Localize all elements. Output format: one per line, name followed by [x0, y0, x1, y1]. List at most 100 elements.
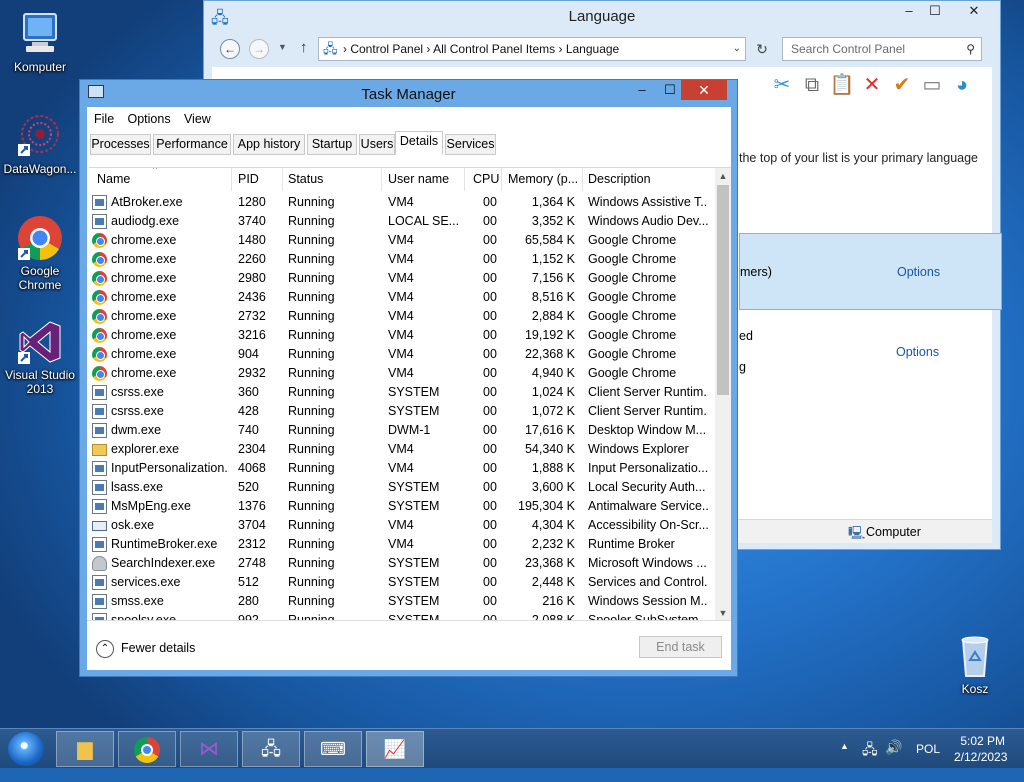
refresh-icon[interactable]: ↻ [750, 38, 774, 60]
task-manager-titlebar[interactable]: Task Manager ‒ ☐ ✕ [80, 80, 737, 106]
up-arrow-icon[interactable]: ↑ [300, 39, 308, 56]
column-cpu[interactable]: CPU [473, 172, 499, 186]
control-panel-titlebar[interactable]: 🖧 Language ‒ ☐ ✕ [204, 1, 1000, 31]
table-row[interactable]: RuntimeBroker.exe 2312 Running VM4 00 2,232 K… [89, 535, 715, 554]
process-cpu: 00 [483, 233, 497, 247]
fewer-details-button[interactable]: ⌃ Fewer details [96, 639, 195, 658]
search-input[interactable]: Search Control Panel ⚲ [782, 37, 982, 61]
column-memory[interactable]: Memory (p... [508, 172, 578, 186]
table-row[interactable]: chrome.exe 2932 Running VM4 00 4,940 K Google … [89, 364, 715, 383]
language-options-link[interactable]: Options [897, 265, 940, 279]
maximize-icon[interactable]: ☐ [920, 1, 950, 21]
clock[interactable]: 5:02 PM 2/12/2023 [954, 734, 1007, 774]
address-dropdown-icon[interactable]: ⌄ [733, 38, 741, 60]
column-status[interactable]: Status [288, 172, 323, 186]
menu-file[interactable]: File [94, 112, 114, 126]
paste-icon[interactable]: 📋 [827, 71, 857, 99]
input-language[interactable]: POL [916, 742, 940, 782]
address-box[interactable]: 🖧 › Control Panel › All Control Panel It… [318, 37, 746, 61]
column-description[interactable]: Description [588, 172, 651, 186]
tab-services[interactable]: Services [445, 134, 496, 155]
scrollbar-thumb[interactable] [717, 185, 729, 395]
table-row[interactable]: smss.exe 280 Running SYSTEM 00 216 K Windows S… [89, 592, 715, 611]
tab-processes[interactable]: Processes [90, 134, 151, 155]
table-row[interactable]: InputPersonalization... 4068 Running VM4 00 1… [89, 459, 715, 478]
taskbar-visual-studio-button[interactable]: ⋈ [180, 731, 238, 767]
vertical-scrollbar[interactable]: ▲ ▼ [715, 168, 731, 620]
scissors-icon[interactable]: ✂ [767, 71, 797, 99]
close-icon[interactable]: ✕ [681, 80, 727, 100]
table-row[interactable]: osk.exe 3704 Running VM4 00 4,304 K Accessibil… [89, 516, 715, 535]
computer-icon [16, 10, 64, 58]
desktop-icon-recycle-bin[interactable]: Kosz [935, 632, 1015, 696]
globe-icon[interactable]: ◕ [947, 71, 977, 99]
network-icon[interactable]: 🖧 [862, 739, 878, 779]
tab-performance[interactable]: Performance [153, 134, 231, 155]
language-2-options-link[interactable]: Options [896, 345, 939, 359]
table-row[interactable]: SearchIndexer.exe 2748 Running SYSTEM 00 23,3… [89, 554, 715, 573]
breadcrumb-all-items[interactable]: All Control Panel Items [433, 42, 555, 56]
taskbar-task-manager-button[interactable]: 📈 [366, 731, 424, 767]
minimize-icon[interactable]: ‒ [627, 80, 657, 100]
end-task-button[interactable]: End task [639, 636, 722, 658]
taskbar-osk-button[interactable]: ⌨ [304, 731, 362, 767]
table-row[interactable]: chrome.exe 2732 Running VM4 00 2,884 K Google … [89, 307, 715, 326]
column-name[interactable]: Name [97, 172, 130, 186]
check-icon[interactable]: ✔ [887, 71, 917, 99]
search-icon[interactable]: ⚲ [966, 38, 975, 60]
language-toolbar: ✂ ⧉ 📋 ✕ ✔ ▭ ◕ [767, 71, 977, 99]
process-name: SearchIndexer.exe [111, 556, 216, 570]
forward-icon[interactable]: → [249, 39, 269, 59]
table-row[interactable]: chrome.exe 1480 Running VM4 00 65,584 K Google… [89, 231, 715, 250]
scroll-up-icon[interactable]: ▲ [715, 171, 731, 181]
table-row[interactable]: spoolsv.exe 992 Running SYSTEM 00 2,088 K Spoo… [89, 611, 715, 620]
column-user-name[interactable]: User name [388, 172, 449, 186]
process-user: SYSTEM [388, 480, 440, 494]
process-pid: 2260 [238, 252, 266, 266]
tab-users[interactable]: Users [359, 134, 395, 155]
table-row[interactable]: chrome.exe 3216 Running VM4 00 19,192 K Google… [89, 326, 715, 345]
table-row[interactable]: chrome.exe 2260 Running VM4 00 1,152 K Google … [89, 250, 715, 269]
menu-view[interactable]: View [184, 112, 211, 126]
table-row[interactable]: services.exe 512 Running SYSTEM 00 2,448 K Ser… [89, 573, 715, 592]
delete-icon[interactable]: ✕ [857, 71, 887, 99]
taskbar-explorer-button[interactable]: ▆ [56, 731, 114, 767]
breadcrumb-language[interactable]: Language [566, 42, 619, 56]
close-icon[interactable]: ✕ [952, 1, 996, 21]
volume-icon[interactable]: 🔊 [885, 739, 902, 779]
tab-app-history[interactable]: App history [233, 134, 305, 155]
process-desc: Client Server Runtim... [588, 404, 708, 418]
desktop-icon-chrome[interactable]: Google Chrome [0, 214, 80, 292]
back-icon[interactable]: ← [220, 39, 240, 59]
table-row[interactable]: csrss.exe 360 Running SYSTEM 00 1,024 K Client… [89, 383, 715, 402]
desktop-icon-visual-studio[interactable]: Visual Studio 2013 [0, 318, 80, 396]
breadcrumb-control-panel[interactable]: Control Panel [350, 42, 423, 56]
column-pid[interactable]: PID [238, 172, 259, 186]
table-row[interactable]: chrome.exe 2436 Running VM4 00 8,516 K Google … [89, 288, 715, 307]
scroll-down-icon[interactable]: ▼ [715, 608, 731, 618]
table-row[interactable]: AtBroker.exe 1280 Running VM4 00 1,364 K Windo… [89, 193, 715, 212]
taskbar-chrome-button[interactable] [118, 731, 176, 767]
show-hidden-icons[interactable]: ▲ [840, 741, 849, 781]
table-row[interactable]: lsass.exe 520 Running SYSTEM 00 3,600 K Local … [89, 478, 715, 497]
tab-startup[interactable]: Startup [307, 134, 357, 155]
table-row[interactable]: csrss.exe 428 Running SYSTEM 00 1,072 K Client… [89, 402, 715, 421]
table-row[interactable]: explorer.exe 2304 Running VM4 00 54,340 K Wind… [89, 440, 715, 459]
tab-details[interactable]: Details [395, 131, 443, 155]
table-row[interactable]: audiodg.exe 3740 Running LOCAL SE... 00 3,352… [89, 212, 715, 231]
recent-pages-icon[interactable]: ▼ [278, 42, 287, 52]
process-cpu: 00 [483, 347, 497, 361]
menu-options[interactable]: Options [128, 112, 171, 126]
rename-icon[interactable]: ▭ [917, 71, 947, 99]
desktop-icon-computer[interactable]: Komputer [0, 10, 80, 74]
start-button[interactable] [8, 732, 44, 766]
process-pid: 1376 [238, 499, 266, 513]
language-item-selected[interactable]: mers) Options [739, 233, 1002, 310]
taskbar-control-panel-button[interactable]: 🖧 [242, 731, 300, 767]
table-row[interactable]: MsMpEng.exe 1376 Running SYSTEM 00 195,304 K A… [89, 497, 715, 516]
desktop-icon-datawagon[interactable]: DataWagon... [0, 112, 80, 176]
copy-icon[interactable]: ⧉ [797, 71, 827, 99]
table-row[interactable]: chrome.exe 904 Running VM4 00 22,368 K Google … [89, 345, 715, 364]
table-row[interactable]: dwm.exe 740 Running DWM-1 00 17,616 K Desktop … [89, 421, 715, 440]
table-row[interactable]: chrome.exe 2980 Running VM4 00 7,156 K Google … [89, 269, 715, 288]
